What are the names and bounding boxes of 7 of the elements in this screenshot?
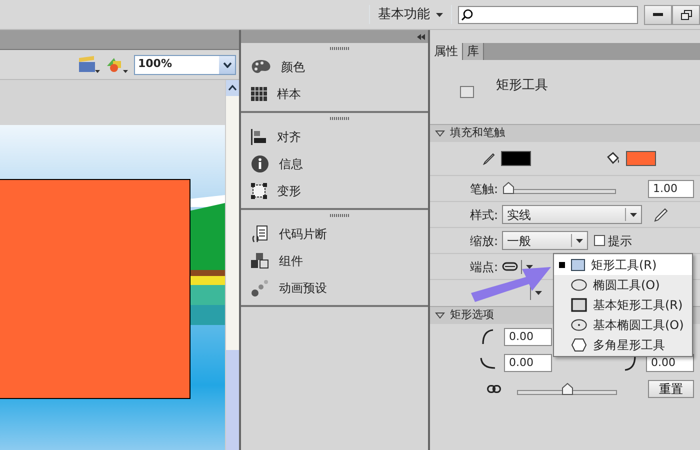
field-label: 缩放: (468, 232, 499, 250)
tool-name: 矩形工具 (496, 77, 548, 96)
field-label: 笔触: (468, 180, 499, 198)
section-title: 填充和笔触 (450, 125, 505, 142)
field-label: 端点: (468, 258, 499, 276)
field-label: 样式: (468, 206, 499, 224)
section-title: 矩形选项 (450, 307, 494, 324)
